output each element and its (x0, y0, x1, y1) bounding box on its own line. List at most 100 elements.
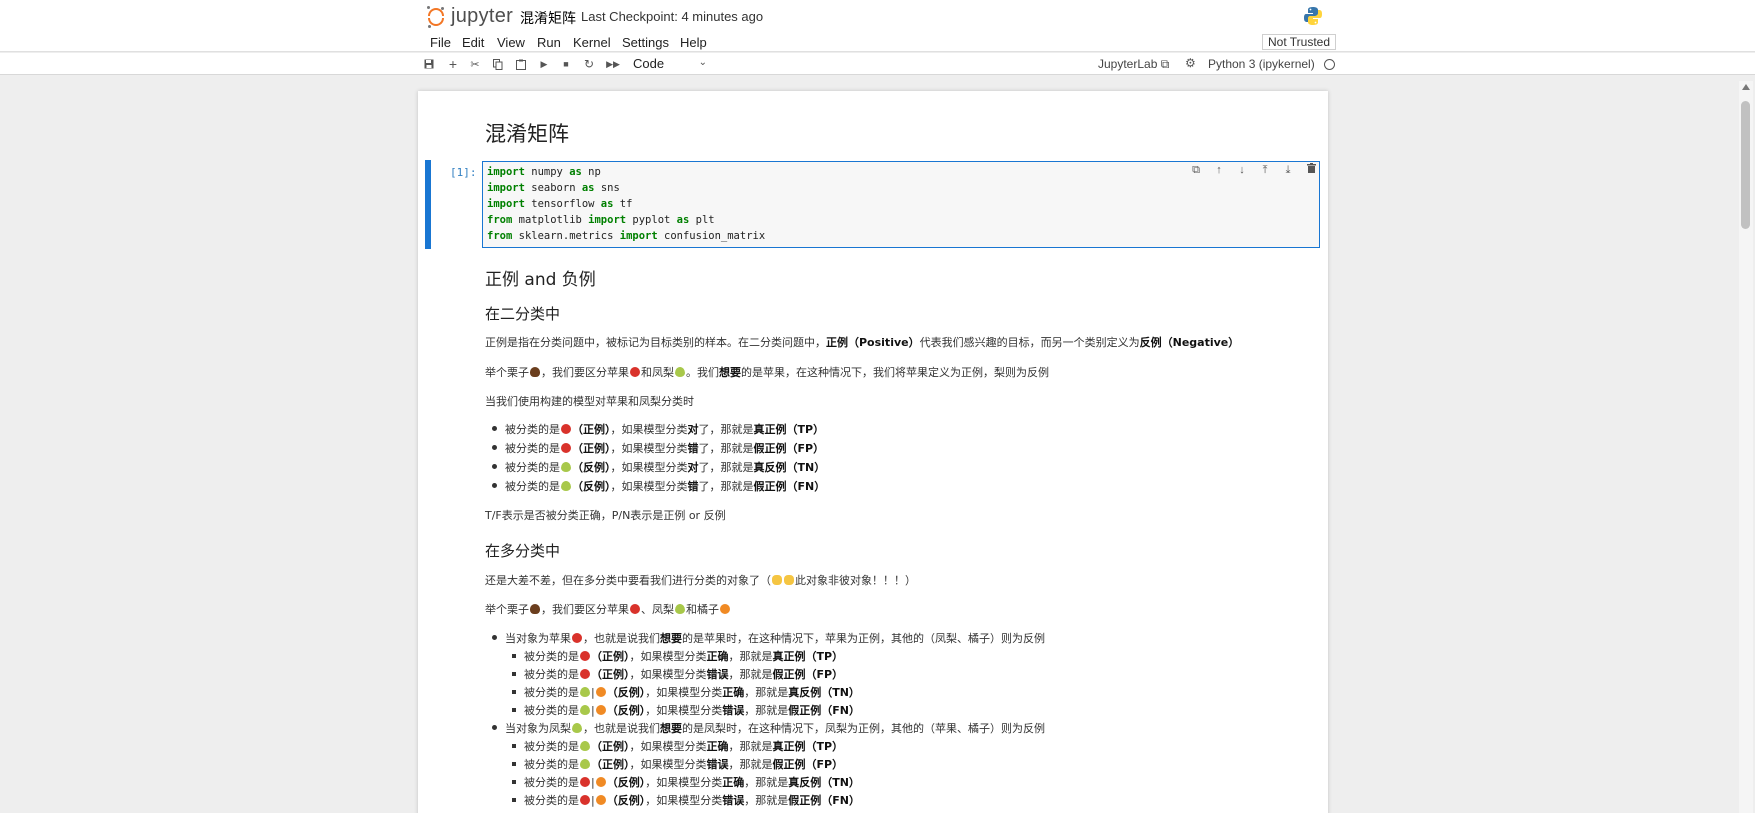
code-cell-prompt: [1]: (450, 166, 477, 179)
list-item: 被分类的是 | （反例），如果模型分类错误，那就是假正例（FN） (512, 792, 860, 808)
menu-settings[interactable]: Settings (622, 35, 669, 50)
list-item: 被分类的是 | （反例），如果模型分类错误，那就是假正例（FN） (512, 702, 860, 718)
apple-icon (580, 795, 590, 805)
pear-icon (580, 741, 590, 751)
list-item: 被分类的是 （正例），如果模型分类错了，那就是假正例（FP） (492, 440, 824, 456)
move-up-icon[interactable]: ↑ (1212, 163, 1226, 177)
python-logo-icon (1304, 7, 1322, 25)
orange-icon (595, 795, 606, 805)
apple-icon (630, 367, 640, 377)
list-item: 当对象为凤梨 ，也就是说我们想要的是凤梨时，在这种情况下，凤梨为正例，其他的（苹果… (492, 720, 1045, 736)
notebook-toolbar: + ✂ ▶ ■ ↻ ▶▶ Code ⌄ JupyterLab ⧉ ⚙ Pytho… (0, 53, 1755, 75)
move-down-icon[interactable]: ↓ (1235, 163, 1249, 177)
code-line: from matplotlib import pyplot as plt (487, 214, 715, 226)
code-line: from sklearn.metrics import confusion_ma… (487, 230, 766, 242)
jupyter-logo[interactable]: jupyter (427, 5, 513, 28)
code-line: import seaborn as sns (487, 182, 620, 194)
apple-icon (580, 651, 590, 661)
pear-icon (580, 705, 590, 715)
pear-icon (572, 723, 582, 733)
subsection-heading-multi: 在多分类中 (485, 542, 561, 560)
paragraph: T/F表示是否被分类正确，P/N表示是正例 or 反例 (485, 509, 726, 522)
pear-icon (675, 604, 685, 614)
duplicate-cell-icon[interactable]: ⧉ (1189, 163, 1203, 177)
section-heading: 正例 and 负例 (485, 270, 596, 290)
list-item: 被分类的是 （反例），如果模型分类错了，那就是假正例（FN） (492, 478, 825, 494)
pear-icon (561, 481, 571, 491)
menu-kernel[interactable]: Kernel (573, 35, 611, 50)
delete-cell-icon[interactable] (1304, 163, 1318, 177)
save-icon[interactable] (422, 57, 436, 71)
paragraph: 举个栗子 ，我们要区分苹果 和凤梨 。我们想要的是苹果，在这种情况下，我们将苹果定义为… (485, 366, 1049, 379)
jupyter-logo-text: jupyter (451, 5, 514, 27)
list-item: 被分类的是 （反例），如果模型分类对了，那就是真反例（TN） (492, 459, 825, 475)
insert-below-icon[interactable]: ⤓ (1281, 163, 1295, 177)
kernel-name[interactable]: Python 3 (ipykernel) (1208, 57, 1315, 71)
clap-icon (784, 575, 794, 585)
apple-icon (572, 633, 582, 643)
pear-icon (675, 367, 685, 377)
cell-toolbar: ⧉ ↑ ↓ ⤒ ⤓ (1189, 163, 1319, 179)
notebook-title[interactable]: 混淆矩阵 (520, 8, 576, 28)
apple-icon (561, 443, 571, 453)
paste-icon[interactable] (514, 57, 528, 71)
menu-bar: File Edit View Run Kernel Settings Help … (0, 32, 1755, 52)
apple-icon (561, 424, 571, 434)
add-cell-icon[interactable]: + (446, 56, 460, 72)
menu-view[interactable]: View (497, 35, 525, 50)
markdown-title: 混淆矩阵 (485, 122, 569, 146)
list-item: 被分类的是 | （反例），如果模型分类正确，那就是真反例（TN） (512, 684, 860, 700)
run-icon[interactable]: ▶ (537, 57, 551, 71)
restart-run-all-icon[interactable]: ▶▶ (606, 57, 620, 71)
list-item: 被分类的是 （正例），如果模型分类错误，那就是假正例（FP） (512, 756, 843, 772)
list-item: 被分类的是 （正例），如果模型分类对了，那就是真正例（TP） (492, 421, 824, 437)
orange-icon (720, 604, 730, 614)
stop-icon[interactable]: ■ (559, 57, 573, 71)
list-item: 当对象为苹果 ，也就是说我们想要的是苹果时，在这种情况下，苹果为正例，其他的（凤梨… (492, 630, 1045, 646)
cut-icon[interactable]: ✂ (468, 57, 482, 71)
scrollbar-thumb[interactable] (1741, 101, 1750, 229)
cell-type-value: Code (633, 56, 665, 71)
pear-icon (561, 462, 571, 472)
orange-icon (595, 705, 606, 715)
menu-file[interactable]: File (430, 35, 451, 50)
code-line: import numpy as np (487, 166, 601, 178)
menu-run[interactable]: Run (537, 35, 561, 50)
pear-icon (580, 687, 590, 697)
chestnut-icon (530, 367, 540, 377)
menu-edit[interactable]: Edit (462, 35, 484, 50)
apple-icon (580, 777, 590, 787)
orange-icon (595, 687, 606, 697)
active-cell-indicator (425, 160, 431, 249)
paragraph: 举个栗子 ，我们要区分苹果 、凤梨 和橘子 (485, 601, 731, 617)
top-header: jupyter 混淆矩阵 Last Checkpoint: 4 minutes … (0, 0, 1755, 32)
list-item: 被分类的是 （正例），如果模型分类正确，那就是真正例（TP） (512, 648, 843, 664)
open-jupyterlab-link[interactable]: JupyterLab ⧉ (1098, 57, 1169, 72)
paragraph: 还是大差不差，但在多分类中要看我们进行分类的对象了（ 此对象非彼对象！！！） (485, 574, 916, 587)
kernel-status-icon (1324, 59, 1335, 70)
apple-icon (580, 669, 590, 679)
list-item: 被分类的是 （正例），如果模型分类正确，那就是真正例（TP） (512, 738, 843, 754)
last-checkpoint: Last Checkpoint: 4 minutes ago (581, 9, 764, 24)
insert-above-icon[interactable]: ⤒ (1258, 163, 1272, 177)
chevron-down-icon: ⌄ (698, 57, 707, 68)
clap-icon (772, 575, 782, 585)
scroll-up-icon[interactable] (1742, 84, 1750, 90)
trust-status-button[interactable]: Not Trusted (1262, 34, 1337, 50)
code-line: import tensorflow as tf (487, 198, 633, 210)
list-item: 被分类的是 （正例），如果模型分类错误，那就是假正例（FP） (512, 666, 843, 682)
pear-icon (580, 759, 590, 769)
menu-help[interactable]: Help (680, 35, 707, 50)
chestnut-icon (530, 604, 540, 614)
subsection-heading-binary: 在二分类中 (485, 305, 561, 323)
list-item: 被分类的是 | （反例），如果模型分类正确，那就是真反例（TN） (512, 774, 860, 790)
paragraph: 当我们使用构建的模型对苹果和凤梨分类时 (485, 395, 694, 408)
orange-icon (595, 777, 606, 787)
paragraph: 正例是指在分类问题中，被标记为目标类别的样本。在二分类问题中，正例（Positi… (485, 336, 1240, 349)
restart-icon[interactable]: ↻ (582, 57, 596, 71)
cell-type-select[interactable]: Code ⌄ (633, 56, 709, 72)
copy-icon[interactable] (491, 57, 505, 71)
apple-icon (630, 604, 640, 614)
jupyter-logo-icon (427, 5, 445, 28)
kernel-gear-icon[interactable]: ⚙ (1185, 56, 1196, 70)
